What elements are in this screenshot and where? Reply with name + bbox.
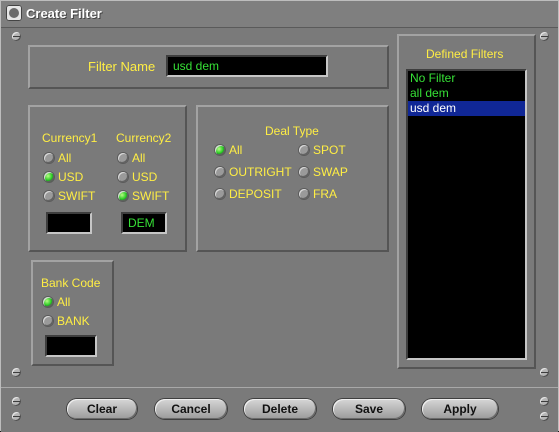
delete-button[interactable]: Delete	[244, 399, 316, 419]
currency2-label: Currency2	[116, 131, 172, 145]
defined-filters-list[interactable]: No Filter all dem usd dem	[406, 69, 527, 360]
screw-icon	[12, 368, 21, 377]
bank-code-all-radio[interactable]: All	[43, 293, 70, 311]
filter-name-label: Filter Name	[88, 59, 156, 74]
radio-icon	[215, 189, 225, 199]
create-filter-window: Create Filter Filter Name usd dem Curren…	[0, 0, 559, 432]
bank-code-label: Bank Code	[41, 276, 101, 290]
filter-item-usd-dem[interactable]: usd dem	[408, 101, 525, 116]
title-bar[interactable]: Create Filter	[1, 1, 558, 28]
deal-type-deposit-radio[interactable]: DEPOSIT	[215, 185, 282, 203]
screw-icon	[12, 32, 21, 41]
cancel-button[interactable]: Cancel	[155, 399, 227, 419]
radio-icon	[118, 172, 128, 182]
radio-icon	[43, 316, 53, 326]
radio-icon	[43, 297, 53, 307]
filter-item-all-dem[interactable]: all dem	[408, 86, 525, 101]
radio-icon	[215, 145, 225, 155]
app-icon	[6, 5, 22, 21]
currency1-label: Currency1	[42, 131, 98, 145]
currency2-swift-radio[interactable]: SWIFT	[118, 187, 169, 205]
currency-panel: Currency1 Currency2 All USD SWIFT All US…	[28, 105, 187, 252]
radio-icon	[44, 191, 54, 201]
deal-type-spot-radio[interactable]: SPOT	[299, 141, 346, 159]
radio-icon	[118, 191, 128, 201]
deal-type-panel: Deal Type All OUTRIGHT DEPOSIT SPOT SWAP…	[196, 105, 389, 252]
defined-filters-label: Defined Filters	[426, 47, 504, 61]
currency1-swift-radio[interactable]: SWIFT	[44, 187, 95, 205]
screw-icon	[12, 412, 21, 421]
radio-icon	[44, 153, 54, 163]
window-title: Create Filter	[26, 6, 102, 21]
screw-icon	[540, 32, 549, 41]
currency1-all-radio[interactable]: All	[44, 149, 71, 167]
currency1-usd-radio[interactable]: USD	[44, 168, 83, 186]
deal-type-label: Deal Type	[265, 124, 319, 138]
bank-code-input[interactable]	[45, 335, 97, 357]
currency2-input[interactable]: DEM	[121, 212, 167, 234]
clear-button[interactable]: Clear	[67, 399, 137, 419]
currency2-usd-radio[interactable]: USD	[118, 168, 157, 186]
screw-icon	[12, 397, 21, 406]
radio-icon	[299, 189, 309, 199]
screw-icon	[540, 368, 549, 377]
filter-item-no-filter[interactable]: No Filter	[408, 71, 525, 86]
deal-type-outright-radio[interactable]: OUTRIGHT	[215, 163, 292, 181]
deal-type-swap-radio[interactable]: SWAP	[299, 163, 348, 181]
deal-type-all-radio[interactable]: All	[215, 141, 242, 159]
save-button[interactable]: Save	[333, 399, 405, 419]
bank-code-bank-radio[interactable]: BANK	[43, 312, 90, 330]
radio-icon	[215, 167, 225, 177]
bank-code-panel: Bank Code All BANK	[31, 260, 114, 366]
currency1-input[interactable]	[46, 212, 92, 234]
radio-icon	[118, 153, 128, 163]
radio-icon	[299, 167, 309, 177]
filter-name-panel: Filter Name usd dem	[28, 45, 389, 89]
radio-icon	[299, 145, 309, 155]
apply-button[interactable]: Apply	[422, 399, 498, 419]
radio-icon	[44, 172, 54, 182]
currency2-all-radio[interactable]: All	[118, 149, 145, 167]
screw-icon	[540, 412, 549, 421]
deal-type-fra-radio[interactable]: FRA	[299, 185, 337, 203]
filter-name-input[interactable]: usd dem	[166, 55, 328, 77]
screw-icon	[540, 397, 549, 406]
